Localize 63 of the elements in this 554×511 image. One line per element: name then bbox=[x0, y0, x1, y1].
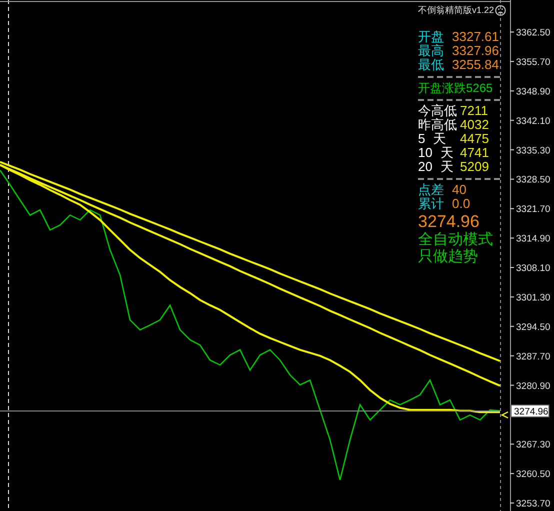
row-value: 0.0 bbox=[452, 197, 470, 211]
axis-tick bbox=[510, 149, 514, 150]
row-label: 点差 bbox=[418, 183, 444, 197]
axis-tick bbox=[510, 444, 514, 445]
axis-label: 3301.30 bbox=[516, 292, 550, 304]
row-label: 10 bbox=[418, 146, 432, 160]
axis-tick bbox=[510, 326, 514, 327]
row-label: 最低 bbox=[418, 58, 444, 72]
axis-tick bbox=[510, 60, 514, 62]
axis-label: 3280.90 bbox=[516, 380, 550, 392]
row-value: 4475 bbox=[460, 132, 489, 146]
axis-label: 3328.50 bbox=[516, 174, 550, 186]
axis-label: 3253.70 bbox=[516, 498, 550, 510]
axis-tick bbox=[510, 120, 514, 121]
axis-tick bbox=[510, 90, 514, 92]
row-value: 7211 bbox=[460, 104, 488, 118]
axis-tick bbox=[510, 178, 514, 180]
row-label: 今高低 bbox=[418, 104, 457, 118]
axis-label: 3355.70 bbox=[516, 56, 550, 68]
axis-tick bbox=[510, 267, 514, 268]
mode-text: 只做趋势 bbox=[418, 248, 479, 265]
price-marker-icon bbox=[500, 411, 508, 418]
axis-tick bbox=[510, 355, 514, 356]
unit-label: 天 bbox=[440, 146, 454, 160]
axis-label: 3287.70 bbox=[516, 351, 550, 362]
axis-tick bbox=[510, 384, 514, 386]
axis-tick bbox=[510, 473, 514, 474]
axis-label: 3342.10 bbox=[516, 116, 550, 127]
row-label: 5 bbox=[418, 132, 426, 146]
row-label: 累计 bbox=[418, 197, 444, 211]
row-value: 40 bbox=[452, 183, 466, 197]
panel-title: 不倒翁精简版v1.22 bbox=[418, 4, 494, 16]
row-label: 开盘 bbox=[418, 30, 444, 44]
row-label: 20 bbox=[418, 160, 432, 174]
axis-label: 3335.30 bbox=[516, 145, 550, 156]
axis-tick bbox=[510, 32, 514, 33]
axis-label: 3294.50 bbox=[516, 322, 550, 333]
axis-label: 3308.10 bbox=[516, 263, 550, 274]
unit-label: 天 bbox=[440, 160, 454, 174]
row-value: 4032 bbox=[460, 118, 489, 132]
axis-tick bbox=[510, 238, 514, 239]
sad-face-icon bbox=[495, 4, 506, 16]
axis-tick bbox=[510, 502, 514, 504]
axis-label: 3267.30 bbox=[516, 440, 550, 451]
row-label: 最高 bbox=[418, 44, 444, 58]
current-price-text: 3274.96 bbox=[418, 212, 480, 231]
axis-label: 3321.70 bbox=[516, 204, 550, 216]
row-label: 昨高低 bbox=[418, 118, 457, 132]
row-value: 3255.84 bbox=[452, 58, 499, 72]
mode-text: 全自动模式 bbox=[418, 231, 494, 248]
row-value: 4741 bbox=[460, 146, 489, 160]
axis-tick bbox=[510, 208, 514, 210]
unit-label: 天 bbox=[433, 132, 446, 146]
axis-label: 3260.50 bbox=[516, 469, 550, 480]
row-value: 3327.61 bbox=[452, 30, 499, 44]
row-value: 5209 bbox=[460, 160, 489, 174]
open-change-text: 开盘涨跌5265 bbox=[418, 81, 494, 95]
axis-label: 3314.90 bbox=[516, 234, 550, 245]
current-price-label: 3274.96 bbox=[510, 404, 550, 418]
axis-label: 3348.90 bbox=[516, 86, 550, 98]
axis-tick bbox=[510, 296, 514, 298]
row-value: 3327.96 bbox=[452, 44, 499, 58]
axis-label: 3362.50 bbox=[516, 28, 550, 39]
